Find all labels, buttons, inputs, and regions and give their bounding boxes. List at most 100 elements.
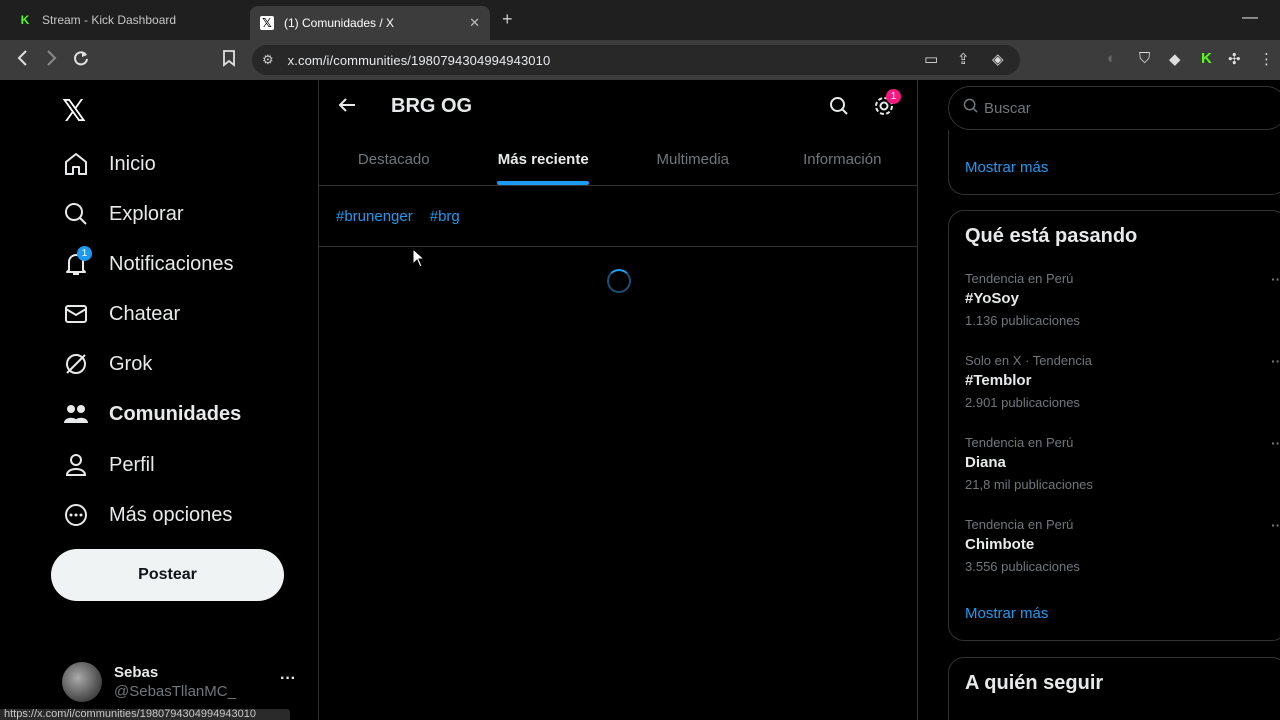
shield-icon[interactable]: ⛉ xyxy=(1139,50,1150,67)
sidebar-item-label: Explorar xyxy=(109,202,184,225)
trend-context: Tendencia en Perú xyxy=(965,271,1074,286)
search-icon[interactable] xyxy=(829,96,849,121)
kick-extension-icon[interactable]: K xyxy=(1201,50,1212,67)
loading-spinner xyxy=(607,269,631,293)
hashtag-link[interactable]: #brunenger xyxy=(336,208,413,225)
sidebar-item-chatear[interactable]: Chatear xyxy=(62,294,180,334)
tab-informacion[interactable]: Información xyxy=(768,134,918,185)
trend-item[interactable]: Tendencia en Perú Chimbote 3.556 publica… xyxy=(965,517,1280,574)
sidebar-item-grok[interactable]: Grok xyxy=(62,344,152,384)
status-bar-url: https://x.com/i/communities/198079430499… xyxy=(0,709,290,720)
sidebar-item-mas-opciones[interactable]: Más opciones xyxy=(62,495,232,535)
community-tabs: Destacado Más reciente Multimedia Inform… xyxy=(319,134,917,186)
kick-icon: K xyxy=(18,13,32,27)
tab-destacado[interactable]: Destacado xyxy=(319,134,469,185)
hashtag-link[interactable]: #brg xyxy=(430,208,460,225)
back-arrow-icon[interactable] xyxy=(16,49,30,72)
trend-context: Solo en X · Tendencia xyxy=(965,353,1092,368)
more-horizontal-icon[interactable]: ··· xyxy=(1271,435,1280,451)
tab-mas-reciente[interactable]: Más reciente xyxy=(469,134,619,185)
trend-item[interactable]: Tendencia en Perú Diana 21,8 mil publica… xyxy=(965,435,1280,492)
grok-icon xyxy=(62,350,90,378)
account-switcher[interactable]: Sebas @SebasTllanMC_ ··· xyxy=(62,660,302,704)
more-horizontal-icon[interactable]: ··· xyxy=(280,670,296,688)
trend-item[interactable]: Tendencia en Perú #YoSoy 1.136 publicaci… xyxy=(965,271,1280,328)
mouse-cursor-icon xyxy=(412,247,426,273)
share-icon[interactable]: ⇪ xyxy=(957,50,970,68)
menu-icon[interactable]: ⋮ xyxy=(1259,50,1274,68)
sidebar-item-notificaciones[interactable]: 1 Notificaciones xyxy=(62,244,234,284)
more-circle-icon xyxy=(62,501,90,529)
back-arrow-icon[interactable] xyxy=(337,95,357,121)
post-button[interactable]: Postear xyxy=(51,549,284,601)
trend-count: 21,8 mil publicaciones xyxy=(965,477,1093,492)
communities-icon xyxy=(62,400,90,428)
hashtag-row: #brunenger #brg xyxy=(319,186,917,247)
trend-count: 3.556 publicaciones xyxy=(965,559,1080,574)
user-handle: @SebasTllanMC_ xyxy=(114,683,236,700)
extension-icon[interactable]: ◐ xyxy=(1107,50,1116,67)
who-to-follow-card: A quién seguir xyxy=(948,657,1280,720)
trend-count: 2.901 publicaciones xyxy=(965,395,1080,410)
avatar xyxy=(62,662,102,702)
notification-badge: 1 xyxy=(77,246,92,261)
show-more-link[interactable]: Mostrar más xyxy=(965,605,1048,622)
more-horizontal-icon[interactable]: ··· xyxy=(1271,271,1280,287)
address-bar[interactable]: ⚙ x.com/i/communities/198079430499494301… xyxy=(252,45,1020,75)
user-name: Sebas xyxy=(114,664,159,681)
close-tab-icon[interactable]: ✕ xyxy=(469,15,480,31)
url-text: x.com/i/communities/1980794304994943010 xyxy=(287,52,551,68)
new-tab-icon[interactable]: + xyxy=(502,9,513,30)
site-settings-icon[interactable]: ⚙ xyxy=(262,52,274,68)
sidebar-item-label: Inicio xyxy=(109,152,156,175)
sidebar-item-inicio[interactable]: Inicio xyxy=(62,144,156,184)
mail-icon xyxy=(62,300,90,328)
brave-shield-icon[interactable]: ◈ xyxy=(992,50,1004,68)
trend-context: Tendencia en Perú xyxy=(965,435,1074,450)
bookmark-icon[interactable] xyxy=(222,49,236,72)
sidebar-item-label: Perfil xyxy=(109,453,155,476)
minimize-icon[interactable]: — xyxy=(1242,9,1258,27)
home-icon xyxy=(62,150,90,178)
trend-context: Tendencia en Perú xyxy=(965,517,1074,532)
sidebar-item-label: Comunidades xyxy=(109,402,242,425)
search-box[interactable] xyxy=(948,86,1280,130)
x-logo-icon[interactable]: 𝕏 xyxy=(62,94,86,129)
trends-title: Qué está pasando xyxy=(965,225,1138,247)
trends-card: Qué está pasando Tendencia en Perú #YoSo… xyxy=(948,210,1280,641)
main-column: BRG OG 1 Destacado Más reciente Multimed… xyxy=(318,80,918,720)
show-more-link[interactable]: Mostrar más xyxy=(965,159,1048,176)
wallet-icon[interactable]: ◆ xyxy=(1169,50,1181,68)
community-header: BRG OG 1 xyxy=(319,80,917,134)
cast-icon[interactable]: ▭ xyxy=(924,50,938,68)
trend-name: #YoSoy xyxy=(965,290,1019,307)
forward-arrow-icon[interactable] xyxy=(44,49,58,72)
sidebar-item-perfil[interactable]: Perfil xyxy=(62,445,155,485)
tab-title: Stream - Kick Dashboard xyxy=(42,13,177,27)
reload-icon[interactable] xyxy=(72,49,90,72)
trend-name: #Temblor xyxy=(965,372,1032,389)
trend-item[interactable]: Solo en X · Tendencia #Temblor 2.901 pub… xyxy=(965,353,1280,410)
puzzle-icon[interactable]: ✣ xyxy=(1228,50,1241,68)
top-card: Mostrar más xyxy=(948,130,1280,195)
bell-icon: 1 xyxy=(62,246,92,278)
trend-name: Chimbote xyxy=(965,536,1035,553)
sidebar-item-label: Chatear xyxy=(109,302,181,325)
sidebar-item-label: Notificaciones xyxy=(109,252,234,275)
who-to-follow-title: A quién seguir xyxy=(965,672,1104,694)
tab-title: (1) Comunidades / X xyxy=(284,16,395,30)
tab-multimedia[interactable]: Multimedia xyxy=(618,134,768,185)
browser-toolbar: ⚙ x.com/i/communities/198079430499494301… xyxy=(0,40,1280,80)
search-input[interactable] xyxy=(984,99,1234,117)
browser-tab-x[interactable]: 𝕏 (1) Comunidades / X ✕ xyxy=(250,6,490,40)
search-icon xyxy=(62,200,90,228)
sidebar-item-comunidades[interactable]: Comunidades xyxy=(62,394,241,434)
sidebar-item-explorar[interactable]: Explorar xyxy=(62,194,183,234)
person-icon xyxy=(62,451,90,479)
browser-tabbar: K Stream - Kick Dashboard 𝕏 (1) Comunida… xyxy=(0,0,1280,40)
sidebar-item-label: Grok xyxy=(109,352,153,375)
more-horizontal-icon[interactable]: ··· xyxy=(1271,517,1280,533)
more-horizontal-icon[interactable]: ··· xyxy=(1271,353,1280,369)
right-sidebar: Mostrar más Qué está pasando Tendencia e… xyxy=(918,80,1280,720)
browser-tab-kick[interactable]: K Stream - Kick Dashboard xyxy=(8,6,248,34)
